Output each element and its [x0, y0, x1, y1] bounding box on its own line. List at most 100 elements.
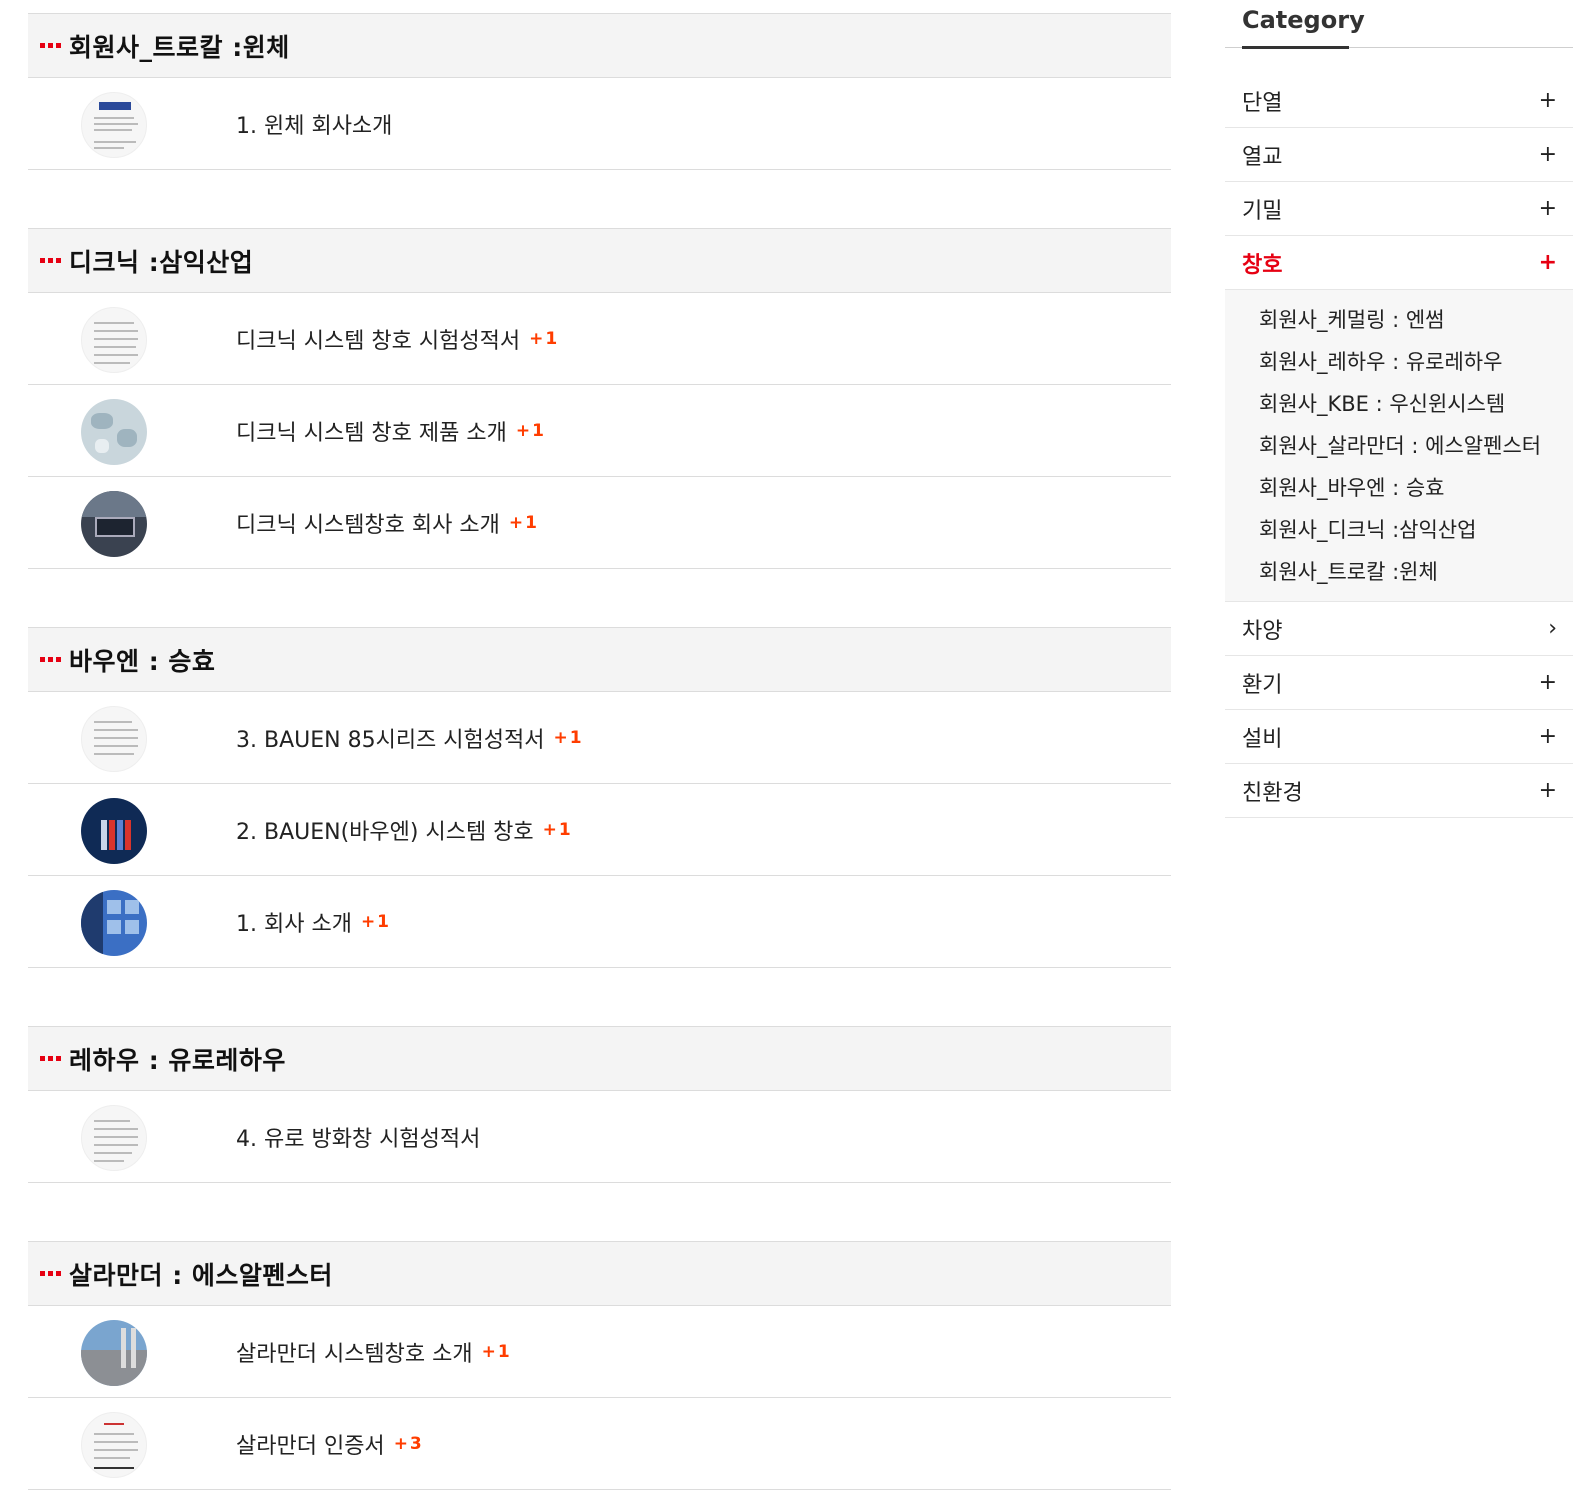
- sidebar-item-label[interactable]: 기밀: [1242, 193, 1282, 225]
- post-list: 회원사_트로칼 :윈체 1. 윈체 회사소개 디크닉:삼익산업 디크닉 시스템…: [28, 13, 1171, 1512]
- section-header[interactable]: 회원사_트로칼 :윈체: [28, 13, 1171, 78]
- list-item[interactable]: 디크닉 시스템 창호 시험성적서 +1: [28, 293, 1171, 385]
- bullet-dots-icon: [40, 43, 61, 48]
- expand-plus-icon[interactable]: +: [1539, 724, 1557, 749]
- post-title[interactable]: 1. 회사 소개: [236, 906, 352, 938]
- sidebar-subitem[interactable]: 회원사_KBE : 우신윈시스템: [1259, 383, 1553, 425]
- post-title-wrap: 4. 유로 방화창 시험성적서: [236, 1121, 489, 1153]
- sidebar-item-label[interactable]: 차양: [1242, 613, 1282, 645]
- list-item[interactable]: 1. 윈체 회사소개: [28, 78, 1171, 170]
- sidebar-item[interactable]: 단열 +: [1225, 74, 1573, 128]
- post-title[interactable]: 살라만더 인증서: [236, 1428, 385, 1460]
- post-title-wrap: 디크닉 시스템 창호 제품 소개 +1: [236, 415, 546, 447]
- category-section: 회원사_트로칼 :윈체 1. 윈체 회사소개: [28, 13, 1171, 170]
- post-title-wrap: 살라만더 인증서 +3: [236, 1428, 424, 1460]
- post-thumbnail[interactable]: [81, 307, 147, 373]
- section-title[interactable]: 바우엔 : 승효: [69, 642, 215, 678]
- post-thumbnail[interactable]: [81, 1412, 147, 1478]
- list-item[interactable]: 디크닉 시스템 창호 제품 소개 +1: [28, 385, 1171, 477]
- comment-count: +1: [508, 512, 539, 533]
- post-title[interactable]: 3. BAUEN 85시리즈 시험성적서: [236, 722, 545, 754]
- post-title-wrap: 2. BAUEN(바우엔) 시스템 창호 +1: [236, 814, 573, 846]
- sidebar-submenu: 회원사_케멀링 : 엔썸 회원사_레하우 : 유로레하우 회원사_KBE : 우…: [1225, 290, 1573, 602]
- post-thumbnail[interactable]: [81, 399, 147, 465]
- sidebar-item-label[interactable]: 창호: [1242, 247, 1282, 279]
- post-title-wrap: 3. BAUEN 85시리즈 시험성적서 +1: [236, 722, 584, 754]
- post-title[interactable]: 디크닉 시스템창호 회사 소개: [236, 507, 500, 539]
- list-item[interactable]: 살라만더 인증서 +3: [28, 1398, 1171, 1490]
- post-title-wrap: 디크닉 시스템 창호 시험성적서 +1: [236, 323, 559, 355]
- sidebar-item-label[interactable]: 친환경: [1242, 775, 1303, 807]
- section-title[interactable]: 레하우 : 유로레하우: [69, 1041, 286, 1077]
- section-header[interactable]: 살라만더 : 에스알펜스터: [28, 1241, 1171, 1306]
- post-thumbnail[interactable]: [81, 706, 147, 772]
- section-header[interactable]: 레하우 : 유로레하우: [28, 1026, 1171, 1091]
- post-title[interactable]: 1. 윈체 회사소개: [236, 108, 392, 140]
- sidebar-subitem[interactable]: 회원사_케멀링 : 엔썸: [1259, 299, 1553, 341]
- section-header[interactable]: 바우엔 : 승효: [28, 627, 1171, 692]
- post-thumbnail[interactable]: [81, 92, 147, 158]
- sidebar-item[interactable]: 기밀 +: [1225, 182, 1573, 236]
- sidebar-subitem[interactable]: 회원사_트로칼 :윈체: [1259, 551, 1553, 593]
- bullet-dots-icon: [40, 1056, 61, 1061]
- list-item[interactable]: 1. 회사 소개 +1: [28, 876, 1171, 968]
- page: 회원사_트로칼 :윈체 1. 윈체 회사소개 디크닉:삼익산업 디크닉 시스템…: [0, 0, 1594, 1512]
- sidebar-item[interactable]: 차양 ›: [1225, 602, 1573, 656]
- category-sidebar: Category 단열 + 열교 + 기밀 + 창호 + 회원사_케멀링 : 엔…: [1225, 0, 1573, 818]
- sidebar-item-label[interactable]: 열교: [1242, 139, 1282, 171]
- sidebar-subitem[interactable]: 회원사_레하우 : 유로레하우: [1259, 341, 1553, 383]
- list-item[interactable]: 4. 유로 방화창 시험성적서: [28, 1091, 1171, 1183]
- expand-plus-icon[interactable]: +: [1539, 196, 1557, 221]
- sidebar-subitem[interactable]: 회원사_바우엔 : 승효: [1259, 467, 1553, 509]
- sidebar-subitem[interactable]: 회원사_살라만더 : 에스알펜스터: [1259, 425, 1553, 467]
- post-title-wrap: 디크닉 시스템창호 회사 소개 +1: [236, 507, 539, 539]
- post-thumbnail[interactable]: [81, 798, 147, 864]
- section-title[interactable]: 디크닉 :삼익산업: [69, 243, 253, 279]
- sidebar-item[interactable]: 설비 +: [1225, 710, 1573, 764]
- sidebar-item[interactable]: 친환경 +: [1225, 764, 1573, 818]
- bullet-dots-icon: [40, 258, 61, 263]
- category-section: 바우엔 : 승효 3. BAUEN 85시리즈 시험성적서 +1 2. BAUE…: [28, 627, 1171, 968]
- category-section: 레하우 : 유로레하우 4. 유로 방화창 시험성적서: [28, 1026, 1171, 1183]
- post-title[interactable]: 살라만더 시스템창호 소개: [236, 1336, 473, 1368]
- section-title[interactable]: 회원사_트로칼 :윈체: [69, 28, 290, 64]
- comment-count: +1: [553, 727, 584, 748]
- sidebar-header: Category: [1225, 0, 1573, 49]
- post-thumbnail[interactable]: [81, 491, 147, 557]
- sidebar-item-label[interactable]: 단열: [1242, 85, 1282, 117]
- list-item[interactable]: 살라만더 시스템창호 소개 +1: [28, 1306, 1171, 1398]
- sidebar-item[interactable]: 환기 +: [1225, 656, 1573, 710]
- comment-count: +1: [515, 420, 546, 441]
- list-item[interactable]: 디크닉 시스템창호 회사 소개 +1: [28, 477, 1171, 569]
- sidebar-title: Category: [1242, 6, 1365, 34]
- section-header[interactable]: 디크닉 :삼익산업: [28, 228, 1171, 293]
- list-item[interactable]: 2. BAUEN(바우엔) 시스템 창호 +1: [28, 784, 1171, 876]
- post-title[interactable]: 디크닉 시스템 창호 시험성적서: [236, 323, 520, 355]
- sidebar-item[interactable]: 열교 +: [1225, 128, 1573, 182]
- expand-plus-icon[interactable]: +: [1539, 778, 1557, 803]
- list-item[interactable]: 3. BAUEN 85시리즈 시험성적서 +1: [28, 692, 1171, 784]
- sidebar-item-active[interactable]: 창호 +: [1225, 236, 1573, 290]
- comment-count: +3: [393, 1433, 424, 1454]
- section-title[interactable]: 살라만더 : 에스알펜스터: [69, 1256, 333, 1292]
- post-title-wrap: 1. 회사 소개 +1: [236, 906, 391, 938]
- category-section: 살라만더 : 에스알펜스터 살라만더 시스템창호 소개 +1 살라만더 인증서 …: [28, 1241, 1171, 1490]
- comment-count: +1: [542, 819, 573, 840]
- sidebar-subitem[interactable]: 회원사_디크닉 :삼익산업: [1259, 509, 1553, 551]
- post-title[interactable]: 디크닉 시스템 창호 제품 소개: [236, 415, 507, 447]
- expand-plus-icon[interactable]: +: [1539, 88, 1557, 113]
- post-title-wrap: 살라만더 시스템창호 소개 +1: [236, 1336, 512, 1368]
- expand-plus-icon[interactable]: +: [1539, 142, 1557, 167]
- expand-plus-icon[interactable]: +: [1539, 250, 1557, 275]
- post-title[interactable]: 2. BAUEN(바우엔) 시스템 창호: [236, 814, 534, 846]
- post-title[interactable]: 4. 유로 방화창 시험성적서: [236, 1121, 480, 1153]
- post-title-wrap: 1. 윈체 회사소개: [236, 108, 401, 140]
- chevron-right-icon[interactable]: ›: [1548, 616, 1557, 641]
- post-thumbnail[interactable]: [81, 1320, 147, 1386]
- expand-plus-icon[interactable]: +: [1539, 670, 1557, 695]
- post-thumbnail[interactable]: [81, 1105, 147, 1171]
- post-thumbnail[interactable]: [81, 890, 147, 956]
- bullet-dots-icon: [40, 1271, 61, 1276]
- sidebar-item-label[interactable]: 설비: [1242, 721, 1282, 753]
- sidebar-item-label[interactable]: 환기: [1242, 667, 1282, 699]
